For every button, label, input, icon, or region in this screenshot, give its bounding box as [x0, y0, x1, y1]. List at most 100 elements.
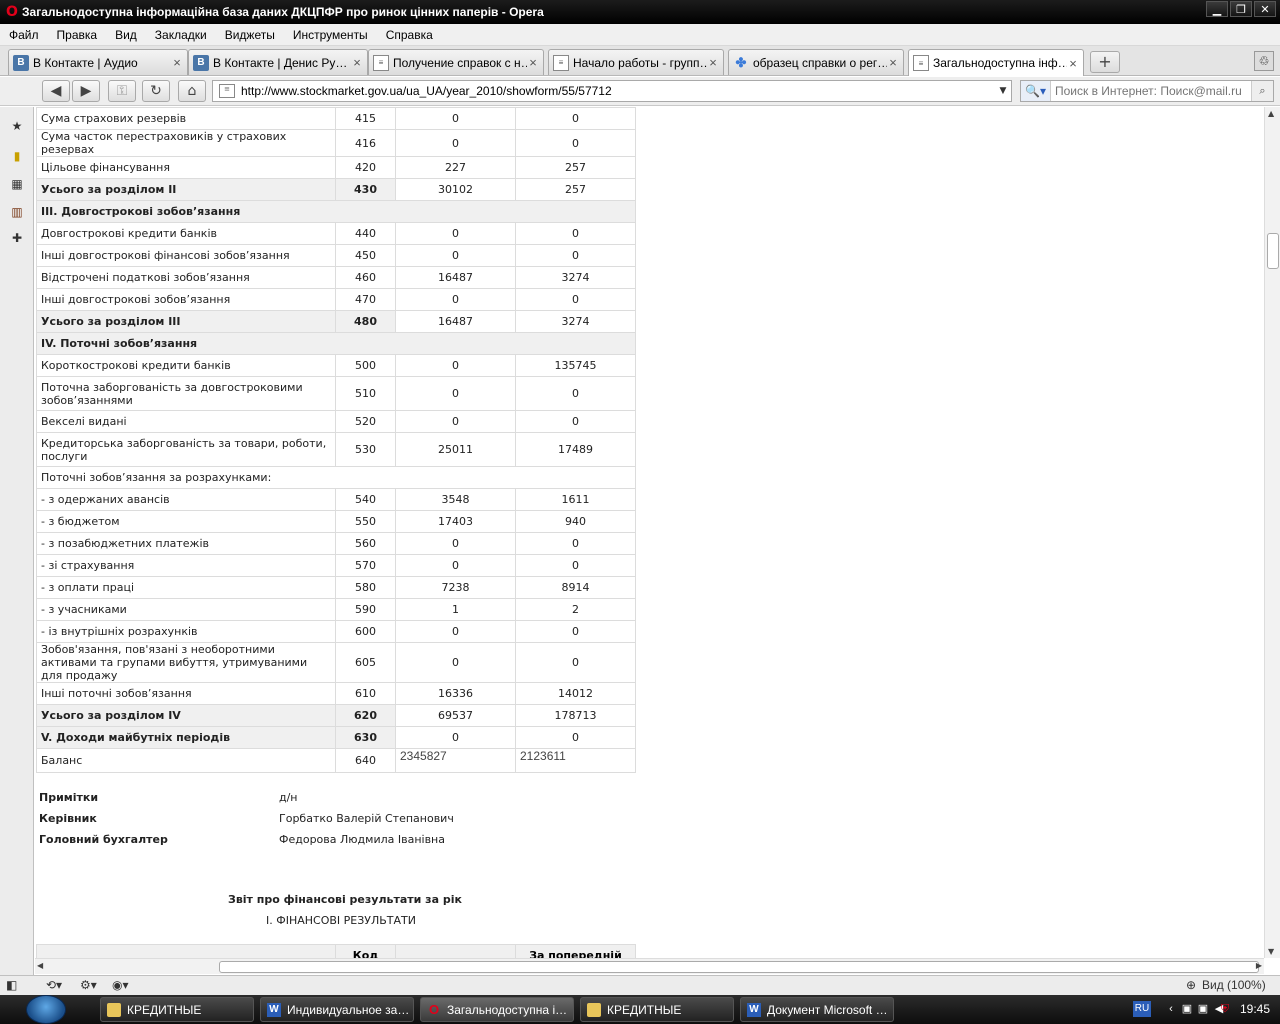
scroll-down-icon[interactable]: ▼ [1268, 947, 1274, 956]
row-label: - з одержаних авансів [36, 488, 336, 511]
row-label: Усього за розділом III [36, 310, 336, 333]
table-row: Поточні зобов’язання за розрахунками: [36, 466, 636, 489]
search-engine-icon[interactable]: 🔍▾ [1021, 81, 1051, 101]
menu-item[interactable]: Виджеты [216, 28, 284, 42]
scroll-up-icon[interactable]: ▲ [1268, 109, 1274, 118]
close-button[interactable]: ✕ [1254, 1, 1276, 17]
row-code: 415 [335, 107, 396, 130]
panel-toggle-icon[interactable]: ◧ [6, 978, 17, 994]
forward-button[interactable]: ▶ [72, 80, 100, 102]
row-value-current: 30102 [395, 178, 516, 201]
minimize-button[interactable]: ▁ [1206, 1, 1228, 17]
row-code: 440 [335, 222, 396, 245]
bookmarks-panel-icon[interactable]: ★ [8, 117, 26, 135]
unite-icon[interactable]: ⚙▾ [80, 978, 97, 994]
tab-close-icon[interactable]: × [707, 55, 719, 70]
browser-tab[interactable]: B В Контакте | Аудио × [8, 49, 188, 75]
add-panel-icon[interactable]: ✚ [8, 229, 26, 247]
browser-tab[interactable]: ≡ Начало работы - групп… × [548, 49, 724, 75]
row-label: Кредиторська заборгованість за товари, р… [36, 432, 336, 467]
row-code: 500 [335, 354, 396, 377]
tab-close-icon[interactable]: × [887, 55, 899, 70]
search-box[interactable]: 🔍▾ ⌕ [1020, 80, 1274, 102]
start-button[interactable] [26, 995, 66, 1024]
taskbar-button[interactable]: КРЕДИТНЫЕ [580, 997, 734, 1022]
side-panel: ★ ▮ ▦ ▥ ✚ [0, 107, 34, 975]
notes-panel-icon[interactable]: ▥ [8, 203, 26, 221]
row-value-current: 16487 [395, 310, 516, 333]
tab-close-icon[interactable]: × [351, 55, 363, 70]
horizontal-scrollbar[interactable]: ◀ ▶ [35, 958, 1264, 974]
browser-tab[interactable]: ✤ образец справки о рег… × [728, 49, 904, 75]
turbo-icon[interactable]: ◉▾ [112, 978, 129, 994]
taskbar-button[interactable]: W Индивидуальное за… [260, 997, 414, 1022]
row-value-previous: 0 [515, 288, 636, 311]
scroll-left-icon[interactable]: ◀ [37, 961, 43, 970]
row-code: 590 [335, 598, 396, 621]
browser-tab[interactable]: B В Контакте | Денис Ру… × [188, 49, 368, 75]
tab-close-icon[interactable]: × [171, 55, 183, 70]
antivirus-icon[interactable]: ⛨ [1218, 1002, 1232, 1016]
zoom-icon[interactable]: ⊕ [1186, 978, 1196, 994]
taskbar-button[interactable]: КРЕДИТНЫЕ [100, 997, 254, 1022]
report-header-code: Код [335, 944, 396, 958]
media-panel-icon[interactable]: ▦ [8, 175, 26, 193]
table-row: III. Довгострокові зобов’язання [36, 200, 636, 223]
zoom-level[interactable]: Вид (100%) [1202, 978, 1266, 994]
reload-button[interactable]: ↻ [142, 80, 170, 102]
search-input[interactable] [1051, 84, 1251, 98]
browser-tab[interactable]: ≡ Получение справок с н… × [368, 49, 544, 75]
network-icon[interactable]: ▣ [1180, 1002, 1194, 1016]
row-value-current: 0 [395, 244, 516, 267]
address-field[interactable]: ≡ http://www.stockmarket.gov.ua/ua_UA/ye… [212, 80, 1012, 102]
row-value-previous: 0 [515, 554, 636, 577]
row-value-current: 0 [395, 129, 516, 157]
vertical-scrollbar[interactable]: ▲ ▼ [1264, 107, 1280, 958]
tab-close-icon[interactable]: × [1067, 56, 1079, 71]
scroll-right-icon[interactable]: ▶ [1256, 961, 1262, 970]
closed-tabs-icon[interactable]: ♲ [1254, 51, 1274, 71]
language-indicator[interactable]: RU [1133, 1001, 1151, 1017]
new-tab-button[interactable]: + [1090, 51, 1120, 73]
table-row: Усього за розділом III 480 16487 3274 [36, 310, 636, 333]
search-go-button[interactable]: ⌕ [1251, 81, 1273, 101]
url-dropdown-icon[interactable]: ▼ [995, 86, 1011, 96]
vertical-scroll-thumb[interactable] [1267, 233, 1279, 269]
url-text[interactable]: http://www.stockmarket.gov.ua/ua_UA/year… [241, 84, 995, 98]
menu-item[interactable]: Вид [106, 28, 146, 42]
menu-item[interactable]: Файл [0, 28, 48, 42]
row-value-previous: 0 [515, 376, 636, 411]
row-value-current: 0 [395, 376, 516, 411]
row-value-current: 69537 [395, 704, 516, 727]
row-label: Поточна заборгованість за довгостроковим… [36, 376, 336, 411]
horizontal-scroll-thumb[interactable] [219, 961, 1259, 973]
table-row: Короткострокові кредити банків 500 0 135745 [36, 354, 636, 377]
row-label: Сума страхових резервів [36, 107, 336, 130]
menu-item[interactable]: Инструменты [284, 28, 377, 42]
row-code: 630 [335, 726, 396, 749]
restore-button[interactable]: ❐ [1230, 1, 1252, 17]
menu-item[interactable]: Справка [377, 28, 442, 42]
menu-item[interactable]: Закладки [146, 28, 216, 42]
browser-tab[interactable]: ≡ Загальнодоступна інф… × [908, 49, 1084, 76]
row-value-current: 0 [395, 107, 516, 130]
table-row: Баланс 640 2345827 2123611 [36, 748, 636, 773]
report-subtitle: I. ФІНАНСОВІ РЕЗУЛЬТАТИ [266, 914, 416, 927]
row-code: 430 [335, 178, 396, 201]
row-value-previous: 0 [515, 532, 636, 555]
widgets-panel-icon[interactable]: ▮ [8, 147, 26, 165]
key-icon[interactable]: ⚿ [108, 80, 136, 102]
menu-item[interactable]: Правка [48, 28, 107, 42]
row-value-current: 0 [395, 532, 516, 555]
network-icon[interactable]: ▣ [1196, 1002, 1210, 1016]
tray-arrow-icon[interactable]: ‹ [1164, 1002, 1178, 1016]
home-button[interactable]: ⌂ [178, 80, 206, 102]
tab-close-icon[interactable]: × [527, 55, 539, 70]
sync-icon[interactable]: ⟲▾ [46, 978, 62, 994]
taskbar-button[interactable]: O Загальнодоступна і… [420, 997, 574, 1022]
back-button[interactable]: ◀ [42, 80, 70, 102]
tab-label: Загальнодоступна інф… [933, 56, 1067, 70]
taskbar-button[interactable]: W Документ Microsoft … [740, 997, 894, 1022]
row-value-previous: 0 [515, 726, 636, 749]
row-label: Інші довгострокові зобов’язання [36, 288, 336, 311]
